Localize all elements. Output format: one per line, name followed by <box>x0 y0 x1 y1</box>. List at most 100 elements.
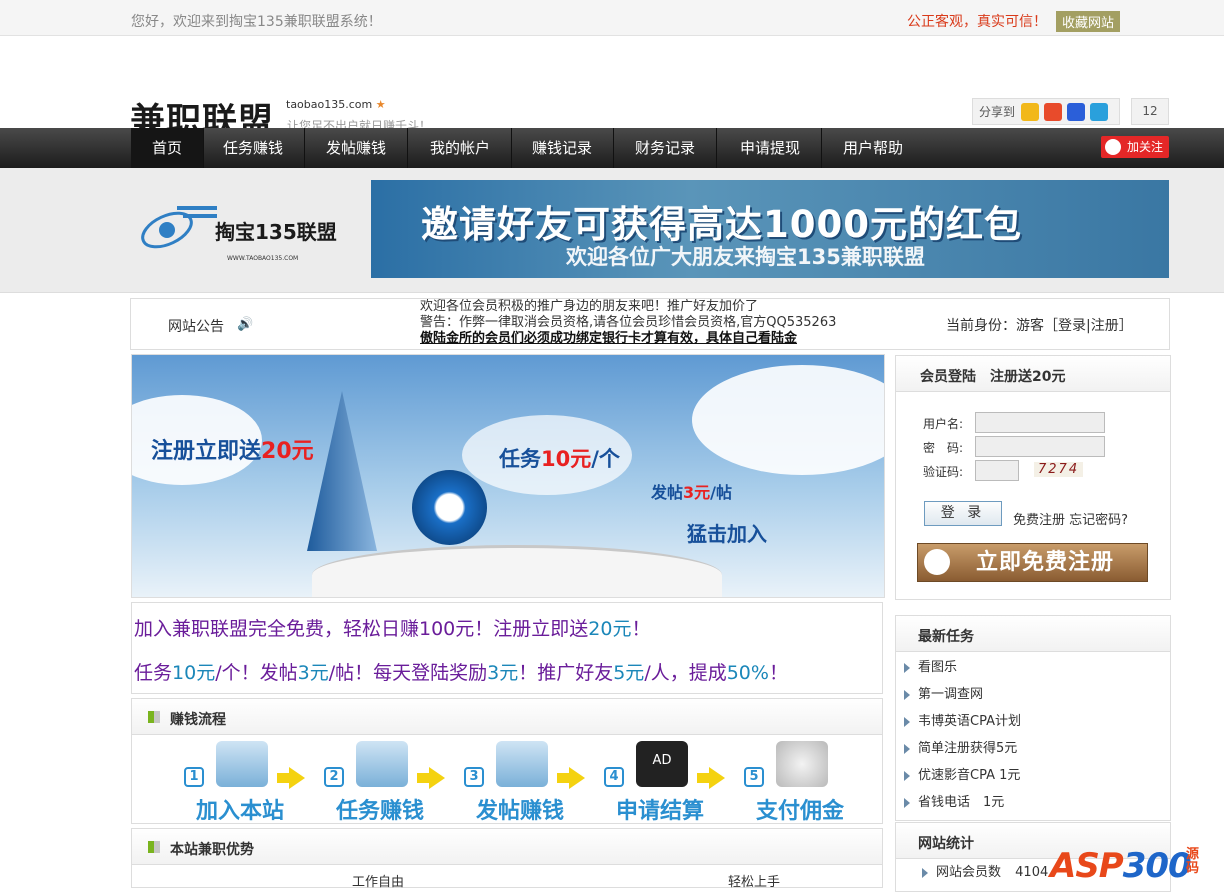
star-icon: ★ <box>375 98 386 111</box>
top-bar: 您好，欢迎来到掏宝135兼职联盟系统！ 公正客观，真实可信！ 收藏网站 <box>0 0 1224 36</box>
promo-text: 任务 <box>134 662 173 684</box>
watermark-source: 源码 <box>1186 847 1200 876</box>
forgot-password-link[interactable]: 忘记密码? <box>1069 513 1128 528</box>
promo-text: /帖！每天登陆奖励 <box>328 662 488 684</box>
promo-text: 加入兼职联盟完全免费，轻松日赚100元！注册立即送 <box>134 618 589 640</box>
captcha-label: 验证码: <box>923 465 964 479</box>
invite-headline: 邀请好友可获得高达1000元的红包 <box>421 203 1022 246</box>
hero-cta[interactable]: 猛击加入 <box>687 518 767 547</box>
promo-amount: 3元 <box>297 662 329 684</box>
weibo-follow-button[interactable]: 加关注 <box>1101 136 1169 158</box>
promo-amount: 10元 <box>172 662 216 684</box>
nav-item-home[interactable]: 首页 <box>131 128 205 168</box>
step-label: 加入本站 <box>196 799 285 824</box>
register-link[interactable]: 注册 <box>1091 318 1119 334</box>
step-number: 1 <box>184 767 204 787</box>
section-icon <box>148 841 160 853</box>
asp300-watermark: ASP300 源码 <box>1050 830 1222 886</box>
task-item[interactable]: 优速影音CPA 1元 <box>896 762 1170 789</box>
tasks-list: 看图乐 第一调查网 韦博英语CPA计划 简单注册获得5元 优速影音CPA 1元 … <box>896 654 1170 816</box>
nav-item-tasks[interactable]: 任务赚钱 <box>202 128 306 168</box>
login-box: 会员登陆 注册送20元 用户名: 密 码: 验证码: 7274 登 录 免费注册… <box>895 355 1171 600</box>
captcha-input[interactable] <box>975 460 1019 481</box>
members-label: 网站会员数 <box>936 865 1002 880</box>
promo-line-2: 任务10元/个！发帖3元/帖！每天登陆奖励3元！推广好友5元/人，提成50%！ <box>134 658 788 685</box>
banner-logo[interactable]: 掏宝135联盟 WWW.TAOBAO135.COM <box>137 200 359 266</box>
arrow-right-icon <box>417 767 445 789</box>
promo-amount: 3元 <box>487 662 519 684</box>
task-item[interactable]: 简单注册获得5元 <box>896 735 1170 762</box>
advantages-title: 本站兼职优势 <box>170 842 254 858</box>
speaker-icon: 🔊 <box>237 317 254 332</box>
envelope-icon <box>356 741 408 787</box>
promo-text: /个！发帖 <box>215 662 298 684</box>
step-label: 任务赚钱 <box>336 799 425 824</box>
login-link[interactable]: 登录 <box>1058 318 1086 334</box>
share-count: 12 <box>1131 98 1169 125</box>
nav-item-finance[interactable]: 财务记录 <box>614 128 718 168</box>
task-item[interactable]: 第一调查网 <box>896 681 1170 708</box>
nav-item-help[interactable]: 用户帮助 <box>822 128 924 168</box>
arrow-right-icon <box>697 767 725 789</box>
bookmark-button[interactable]: 收藏网站 <box>1056 11 1121 32</box>
step-label: 申请结算 <box>616 799 705 824</box>
captcha-image[interactable]: 7274 <box>1034 462 1084 477</box>
task-item[interactable]: 韦博英语CPA计划 <box>896 708 1170 735</box>
username-input[interactable] <box>975 412 1105 433</box>
invite-banner[interactable]: 邀请好友可获得高达1000元的红包 欢迎各位广大朋友来掏宝135兼职联盟 <box>371 180 1169 278</box>
watermark-b: 300 <box>1122 846 1192 886</box>
hero-banner[interactable]: 注册立即送20元 任务10元/个 发帖3元/帖 猛击加入 <box>131 354 885 598</box>
nav-item-withdraw[interactable]: 申请提现 <box>719 128 823 168</box>
promo-line-1: 加入兼职联盟完全免费，轻松日赚100元！注册立即送20元！ <box>134 614 650 641</box>
cloud-shape <box>692 365 884 475</box>
flow-steps: 1 加入本站 2 任务赚钱 3 发帖赚钱 4 AD 申请结算 5 支付佣金 <box>132 737 882 824</box>
hero-post-text: 发帖3元/帖 <box>651 479 732 503</box>
task-item[interactable]: 省钱电话 1元 <box>896 789 1170 816</box>
hero-task-suffix: /个 <box>591 447 620 471</box>
section-icon <box>148 711 160 723</box>
register-now-button[interactable]: 立即免费注册 <box>917 543 1148 582</box>
slogan-text: 公正客观，真实可信！ <box>907 14 1047 30</box>
login-title: 会员登陆 注册送20元 <box>920 369 1066 385</box>
hero-reg-amount: 20元 <box>261 439 314 464</box>
promo-text: ！ <box>631 618 651 640</box>
weibo-icon <box>1105 139 1121 155</box>
promo-amount: 50% <box>726 662 769 684</box>
promo-text: /人，提成 <box>644 662 727 684</box>
promo-box: 加入兼职联盟完全免费，轻松日赚100元！注册立即送20元！ 任务10元/个！发帖… <box>131 602 883 694</box>
arrow-right-icon <box>277 767 305 789</box>
watermark-text: ASP300 <box>1050 846 1192 886</box>
laptop-ad-icon: AD <box>636 741 688 787</box>
login-links: 免费注册 忘记密码? <box>1013 509 1128 528</box>
password-label: 密 码: <box>923 441 964 455</box>
flow-step: 5 支付佣金 <box>744 737 869 824</box>
nav-item-account[interactable]: 我的帐户 <box>409 128 513 168</box>
advantages-box: 本站兼职优势 工作自由 轻松上手 <box>131 828 883 890</box>
notice-message[interactable]: 欢迎各位会员积极的推广身边的朋友来吧！推广好友加价了 <box>420 299 856 315</box>
password-input[interactable] <box>975 436 1105 457</box>
stats-title: 网站统计 <box>918 836 974 852</box>
nav-item-posts[interactable]: 发帖赚钱 <box>305 128 409 168</box>
promo-amount: 20元 <box>588 618 632 640</box>
nav-item-earnings[interactable]: 赚钱记录 <box>511 128 615 168</box>
baidu-icon[interactable] <box>1067 102 1086 121</box>
box-header: 赚钱流程 <box>132 699 882 735</box>
qzone-icon[interactable] <box>1021 102 1040 121</box>
weibo-icon[interactable] <box>1044 102 1063 121</box>
box-header: 会员登陆 注册送20元 <box>896 356 1170 392</box>
checklist-icon <box>496 741 548 787</box>
login-button[interactable]: 登 录 <box>924 501 1002 526</box>
banner-logo-text: 掏宝135联盟 <box>215 220 337 244</box>
promo-amount: 5元 <box>613 662 645 684</box>
notice-message[interactable]: 傲陆金所的会员们必须成功绑定银行卡才算有效，具体自己看陆金 <box>420 331 856 347</box>
task-item[interactable]: 看图乐 <box>896 654 1170 681</box>
share-bar: 分享到 <box>972 98 1120 125</box>
notice-marquee: 欢迎各位会员积极的推广身边的朋友来吧！推广好友加价了 警告：作弊一律取消会员资格… <box>420 299 856 349</box>
notice-label: 网站公告 <box>168 319 224 335</box>
site-domain: taobao135.com ★ <box>286 98 386 111</box>
notice-message[interactable]: 警告：作弊一律取消会员资格,请各位会员珍惜会员资格,官方QQ535263 <box>420 315 856 331</box>
step-label: 发帖赚钱 <box>476 799 565 824</box>
qq-icon[interactable] <box>1090 102 1109 121</box>
hero-task-text: 任务10元/个 <box>499 443 620 473</box>
free-register-link[interactable]: 免费注册 <box>1013 513 1065 528</box>
